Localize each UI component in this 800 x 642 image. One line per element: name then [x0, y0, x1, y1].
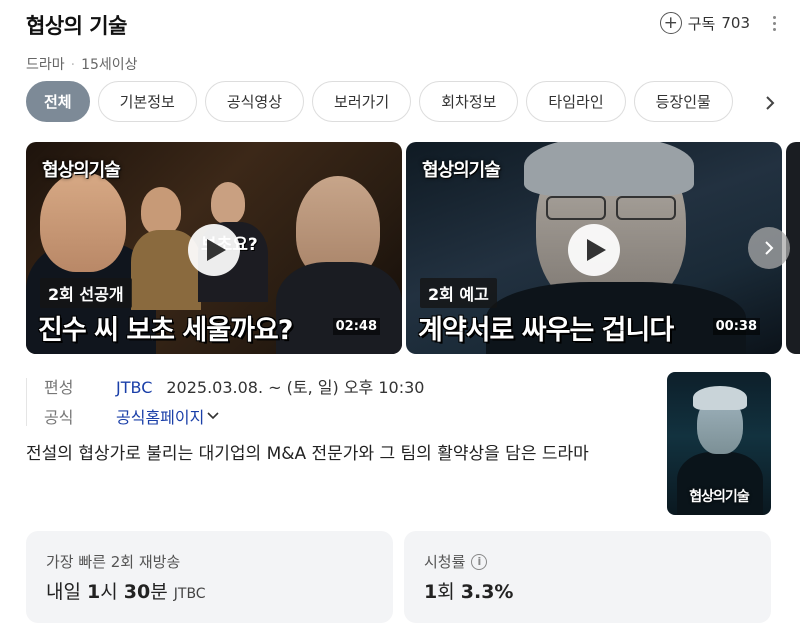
rerun-time: 내일 1시 30분 JTBC — [46, 577, 206, 604]
rerun-label: 가장 빠른 2회 재방송 — [46, 553, 181, 571]
program-description: 전설의 협상가로 불리는 대기업의 M&A 전문가와 그 팀의 활약상을 담은 … — [26, 444, 589, 464]
tab-official-videos[interactable]: 공식영상 — [204, 81, 305, 122]
broadcast-info: 편성 JTBC 2025.03.08. ~ (토, 일) 오후 10:30 공식 … — [44, 374, 424, 434]
subscribe-count: 703 — [721, 14, 750, 32]
official-row: 공식 공식홈페이지 — [44, 404, 424, 434]
video-tag: 2회 선공개 — [40, 278, 132, 308]
play-button[interactable] — [568, 224, 620, 276]
info-divider — [26, 378, 27, 426]
genre-label: 드라마 — [26, 57, 65, 73]
play-icon — [587, 239, 606, 261]
video-tag: 2회 예고 — [420, 278, 497, 308]
tab-cast[interactable]: 등장인물 — [633, 81, 733, 122]
rerun-minute-unit: 분 — [150, 581, 168, 603]
more-options-icon[interactable] — [768, 16, 780, 31]
video-caption: 진수 씨 보초 세울까요? — [38, 315, 293, 346]
tab-bar: 전체 기본정보 공식영상 보러가기 회차정보 타임라인 등장인물 — [26, 81, 742, 123]
video-carousel: 협상의기술 보초요? 2회 선공개 진수 씨 보초 세울까요? 02:48 협상… — [26, 142, 800, 354]
poster-title: 협상의기술 — [689, 489, 749, 505]
play-icon — [207, 239, 226, 261]
tab-episodes[interactable]: 회차정보 — [419, 81, 519, 122]
broadcast-schedule: 2025.03.08. ~ (토, 일) 오후 10:30 — [166, 378, 425, 397]
play-button[interactable] — [188, 224, 240, 276]
chevron-down-icon — [207, 412, 219, 420]
info-icon[interactable]: i — [471, 553, 488, 570]
subscribe-label: 구독 — [687, 14, 716, 33]
tab-watch[interactable]: 보러가기 — [312, 81, 412, 122]
rerun-hour-unit: 시 — [100, 581, 118, 603]
ratings-value: 1회 3.3% — [424, 577, 513, 604]
ratings-card[interactable]: 시청률 i 1회 3.3% — [404, 531, 771, 623]
broadcast-label: 편성 — [44, 378, 74, 397]
ratings-label-group: 시청률 i — [424, 551, 488, 572]
program-header: 협상의 기술 드라마 · 15세이상 + 구독 703 — [26, 10, 780, 73]
program-meta: 드라마 · 15세이상 — [26, 54, 138, 74]
video-logo: 협상의기술 — [42, 160, 121, 181]
rerun-network: JTBC — [173, 586, 206, 602]
video-duration: 02:48 — [332, 318, 380, 335]
carousel-next-button[interactable] — [748, 227, 790, 269]
homepage-link[interactable]: 공식홈페이지 — [116, 404, 220, 428]
age-rating: 15세이상 — [81, 57, 138, 73]
rerun-card[interactable]: 가장 빠른 2회 재방송 내일 1시 30분 JTBC — [26, 531, 393, 623]
video-caption: 계약서로 싸우는 겁니다 — [418, 315, 674, 346]
ratings-episode: 1 — [424, 581, 438, 603]
official-label: 공식 — [44, 408, 74, 427]
rerun-minute: 30 — [123, 581, 151, 603]
plus-icon: + — [659, 12, 682, 34]
broadcast-row: 편성 JTBC 2025.03.08. ~ (토, 일) 오후 10:30 — [44, 374, 424, 404]
ratings-percent: 3.3% — [460, 581, 514, 603]
video-card[interactable]: 협상의기술 보초요? 2회 선공개 진수 씨 보초 세울까요? 02:48 — [26, 142, 402, 354]
meta-separator: · — [70, 57, 76, 73]
video-duration: 00:38 — [712, 318, 760, 335]
video-logo: 협상의기술 — [422, 160, 501, 181]
chevron-right-icon[interactable] — [762, 93, 778, 113]
rerun-hour: 1 — [87, 581, 101, 603]
ratings-episode-unit: 회 — [437, 581, 455, 603]
rerun-day: 내일 — [46, 581, 81, 603]
chevron-right-icon — [765, 241, 774, 255]
tab-basic-info[interactable]: 기본정보 — [97, 81, 197, 122]
tab-timeline[interactable]: 타임라인 — [526, 81, 626, 122]
tab-all[interactable]: 전체 — [26, 81, 90, 122]
homepage-link-label: 공식홈페이지 — [116, 408, 205, 427]
ratings-label: 시청률 — [424, 553, 466, 571]
program-poster[interactable]: 협상의기술 — [667, 372, 771, 515]
network-link[interactable]: JTBC — [116, 378, 152, 397]
program-title: 협상의 기술 — [26, 14, 127, 38]
subscribe-button[interactable]: + 구독 703 — [659, 12, 750, 34]
video-card[interactable]: 협상의기술 2회 예고 계약서로 싸우는 겁니다 00:38 — [406, 142, 782, 354]
